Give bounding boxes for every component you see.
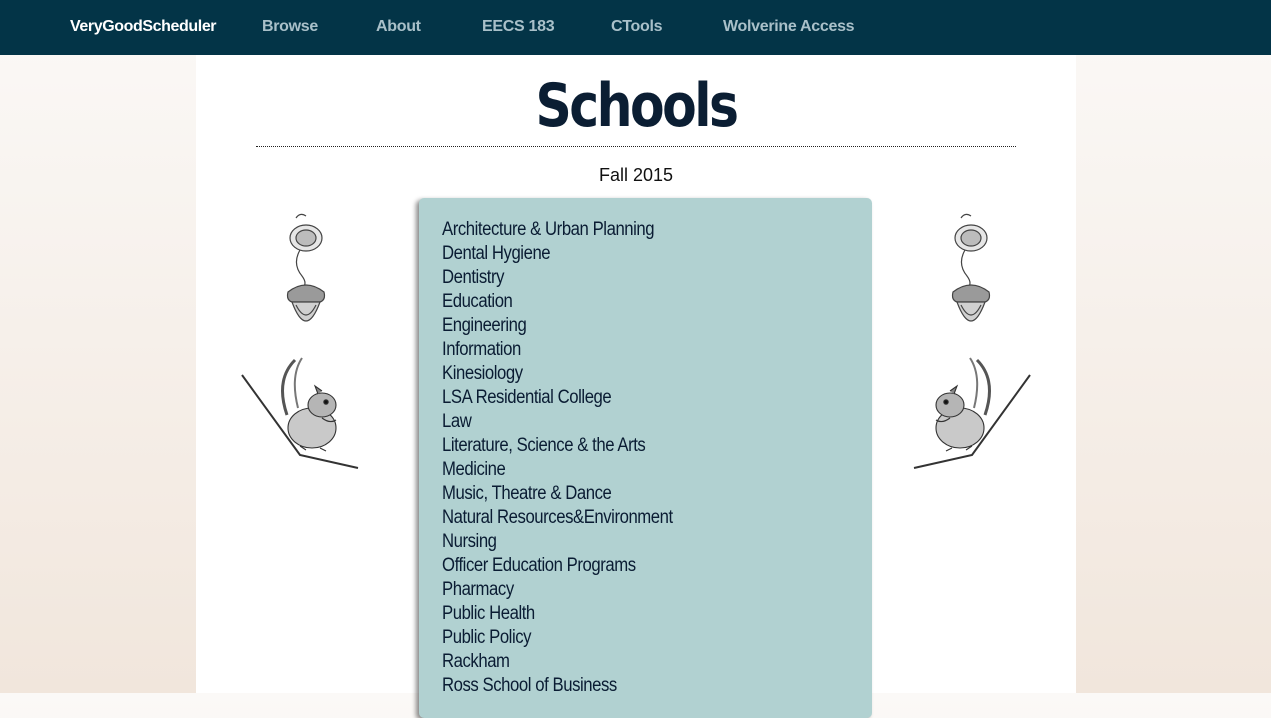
school-link[interactable]: Ross School of Business [442,674,820,698]
school-link[interactable]: Music, Theatre & Dance [442,482,820,506]
page-title: Schools [535,71,739,141]
school-link[interactable]: Engineering [442,314,820,338]
squirrel-icon [913,357,1031,469]
school-link[interactable]: Law [442,410,820,434]
school-link[interactable]: Information [442,338,820,362]
school-link[interactable]: Public Health [442,602,820,626]
nav-browse-link[interactable]: Browse [262,0,318,55]
term-label: Fall 2015 [598,165,674,185]
nav-wolverine-access-link[interactable]: Wolverine Access [723,0,855,55]
nav-ctools-link[interactable]: CTools [611,0,663,55]
navbar: VeryGoodScheduler Browse About EECS 183 … [0,0,1271,55]
school-link[interactable]: Architecture & Urban Planning [442,218,820,242]
nav-eecs183-link[interactable]: EECS 183 [482,0,555,55]
school-link[interactable]: Literature, Science & the Arts [442,434,820,458]
school-link[interactable]: Officer Education Programs [442,554,820,578]
school-link[interactable]: Rackham [442,650,820,674]
school-link[interactable]: Natural Resources&Environment [442,506,820,530]
brand-link[interactable]: VeryGoodScheduler [70,0,217,55]
school-link[interactable]: Public Policy [442,626,820,650]
acorn-icon [286,213,326,322]
school-link[interactable]: Medicine [442,458,820,482]
acorn-icon [951,213,991,322]
school-link[interactable]: Pharmacy [442,578,820,602]
school-link[interactable]: Education [442,290,820,314]
schools-panel: Architecture & Urban Planning Dental Hyg… [419,198,872,718]
school-link[interactable]: Dentistry [442,266,820,290]
squirrel-icon [241,357,359,469]
school-link[interactable]: LSA Residential College [442,386,820,410]
school-link[interactable]: Nursing [442,530,820,554]
main-content: Schools Fall 2015 Architecture & Urban P… [196,55,1076,718]
school-link[interactable]: Kinesiology [442,362,820,386]
nav-about-link[interactable]: About [376,0,421,55]
school-link[interactable]: Dental Hygiene [442,242,820,266]
title-divider [256,146,1016,147]
schools-list: Architecture & Urban Planning Dental Hyg… [419,198,872,698]
